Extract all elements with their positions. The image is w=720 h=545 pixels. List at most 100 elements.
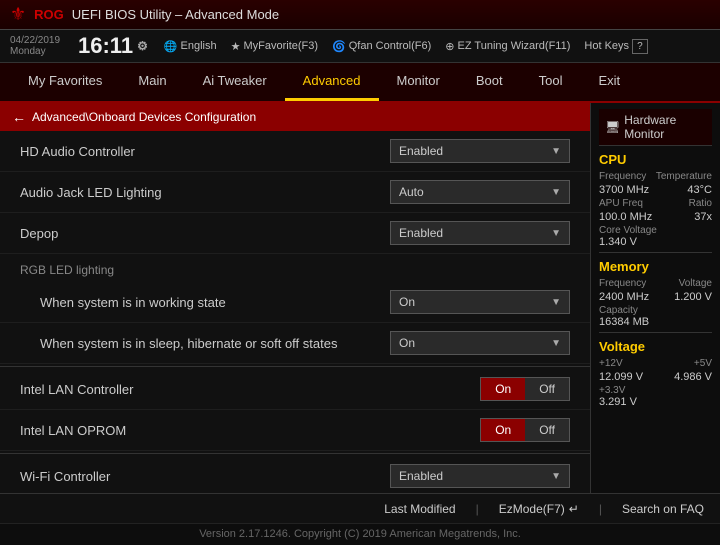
cpu-apu-row: APU Freq Ratio bbox=[599, 198, 712, 209]
mem-freq-row: Frequency Voltage bbox=[599, 278, 712, 289]
fan-control-link[interactable]: 🌀 Qfan Control(F6) bbox=[332, 40, 431, 53]
intel-lan-controller-off[interactable]: Off bbox=[525, 378, 569, 400]
intel-lan-oprom-control: On Off bbox=[480, 418, 570, 442]
chevron-down-icon: ▼ bbox=[551, 297, 561, 308]
star-icon: ★ bbox=[231, 40, 241, 53]
intel-lan-oprom-toggle[interactable]: On Off bbox=[480, 418, 570, 442]
intel-lan-oprom-off[interactable]: Off bbox=[525, 419, 569, 441]
language-label: English bbox=[181, 40, 217, 52]
cpu-ratio-value: 37x bbox=[694, 211, 712, 223]
ez-mode-icon: ↵ bbox=[569, 502, 579, 516]
volt-12-value: 12.099 V bbox=[599, 371, 643, 383]
intel-lan-controller-row: Intel LAN Controller On Off bbox=[0, 369, 590, 410]
intel-lan-controller-on[interactable]: On bbox=[481, 378, 525, 400]
nav-tool[interactable]: Tool bbox=[521, 63, 581, 101]
chevron-down-icon: ▼ bbox=[551, 338, 561, 349]
volt-12-label: +12V bbox=[599, 358, 623, 369]
mem-capacity-value: 16384 MB bbox=[599, 316, 712, 328]
breadcrumb-text: Advanced\Onboard Devices Configuration bbox=[32, 110, 256, 124]
intel-lan-controller-control: On Off bbox=[480, 377, 570, 401]
intel-lan-oprom-on[interactable]: On bbox=[481, 419, 525, 441]
cpu-freq-label: Frequency bbox=[599, 171, 646, 182]
clock-display: 16:11 ⚙ bbox=[78, 33, 148, 59]
ez-tuning-link[interactable]: ⊕ EZ Tuning Wizard(F11) bbox=[445, 40, 570, 53]
language-selector[interactable]: 🌐 English bbox=[164, 40, 217, 53]
hw-divider-1 bbox=[599, 252, 712, 253]
bios-title: UEFI BIOS Utility – Advanced Mode bbox=[72, 7, 279, 22]
depop-value: Enabled bbox=[399, 226, 443, 240]
date-text: 04/22/2019 bbox=[10, 35, 70, 46]
audio-jack-led-dropdown[interactable]: Auto ▼ bbox=[390, 180, 570, 204]
depop-dropdown[interactable]: Enabled ▼ bbox=[390, 221, 570, 245]
rgb-section-header: RGB LED lighting bbox=[0, 254, 590, 282]
cpu-apufreq-value: 100.0 MHz bbox=[599, 211, 652, 223]
footer-sep-2: | bbox=[599, 502, 602, 516]
wifi-controller-row: Wi-Fi Controller Enabled ▼ bbox=[0, 456, 590, 493]
tuning-icon: ⊕ bbox=[445, 40, 454, 53]
favorites-link[interactable]: ★ MyFavorite(F3) bbox=[231, 40, 318, 53]
info-nav-links: 🌐 English ★ MyFavorite(F3) 🌀 Qfan Contro… bbox=[164, 40, 710, 53]
hw-panel-header: 🖥 Hardware Monitor bbox=[599, 109, 712, 146]
nav-ai-tweaker[interactable]: Ai Tweaker bbox=[185, 63, 285, 101]
chevron-down-icon: ▼ bbox=[551, 146, 561, 157]
rgb-sleep-state-dropdown[interactable]: On ▼ bbox=[390, 331, 570, 355]
depop-control: Enabled ▼ bbox=[390, 221, 570, 245]
wifi-controller-label: Wi-Fi Controller bbox=[20, 469, 390, 484]
memory-section-title: Memory bbox=[599, 259, 712, 274]
hd-audio-dropdown[interactable]: Enabled ▼ bbox=[390, 139, 570, 163]
hardware-monitor-panel: 🖥 Hardware Monitor CPU Frequency Tempera… bbox=[590, 103, 720, 493]
intel-lan-controller-toggle[interactable]: On Off bbox=[480, 377, 570, 401]
depop-row: Depop Enabled ▼ bbox=[0, 213, 590, 254]
voltage-section-title: Voltage bbox=[599, 339, 712, 354]
cpu-section-title: CPU bbox=[599, 152, 712, 167]
day-text: Monday bbox=[10, 46, 70, 57]
nav-monitor[interactable]: Monitor bbox=[379, 63, 458, 101]
chevron-down-icon: ▼ bbox=[551, 471, 561, 482]
hd-audio-label: HD Audio Controller bbox=[20, 144, 390, 159]
cpu-freq-row: Frequency Temperature bbox=[599, 171, 712, 182]
rgb-section-label: RGB LED lighting bbox=[20, 263, 114, 277]
ez-mode-link[interactable]: EzMode(F7) ↵ bbox=[499, 502, 579, 516]
divider-2 bbox=[0, 453, 590, 454]
rgb-working-state-value: On bbox=[399, 295, 415, 309]
rgb-working-state-dropdown[interactable]: On ▼ bbox=[390, 290, 570, 314]
gear-icon[interactable]: ⚙ bbox=[137, 39, 148, 53]
mem-freq-value-row: 2400 MHz 1.200 V bbox=[599, 291, 712, 303]
rgb-working-state-label: When system is in working state bbox=[40, 295, 390, 310]
nav-exit[interactable]: Exit bbox=[580, 63, 638, 101]
rgb-working-state-row: When system is in working state On ▼ bbox=[0, 282, 590, 323]
mem-capacity-label: Capacity bbox=[599, 305, 712, 316]
mem-freq-value: 2400 MHz bbox=[599, 291, 649, 303]
flag-icon: 🌐 bbox=[164, 40, 178, 53]
wifi-controller-dropdown[interactable]: Enabled ▼ bbox=[390, 464, 570, 488]
nav-main[interactable]: Main bbox=[120, 63, 184, 101]
search-faq-text: Search on FAQ bbox=[622, 502, 704, 516]
cpu-freq-value-row: 3700 MHz 43°C bbox=[599, 184, 712, 196]
audio-jack-led-label: Audio Jack LED Lighting bbox=[20, 185, 390, 200]
title-bar: ⚜ ROG UEFI BIOS Utility – Advanced Mode bbox=[0, 0, 720, 30]
nav-my-favorites[interactable]: My Favorites bbox=[10, 63, 120, 101]
search-faq-link[interactable]: Search on FAQ bbox=[622, 502, 704, 516]
hotkeys-label[interactable]: Hot Keys ? bbox=[584, 40, 647, 52]
audio-jack-led-value: Auto bbox=[399, 185, 424, 199]
monitor-icon: 🖥 bbox=[605, 120, 620, 134]
rgb-working-state-control: On ▼ bbox=[390, 290, 570, 314]
cpu-temp-value: 43°C bbox=[687, 184, 712, 196]
volt-5-value: 4.986 V bbox=[674, 371, 712, 383]
hw-panel-title: Hardware Monitor bbox=[624, 113, 706, 141]
volt-12-row: +12V +5V bbox=[599, 358, 712, 369]
nav-advanced[interactable]: Advanced bbox=[285, 63, 379, 101]
footer: Last Modified | EzMode(F7) ↵ | Search on… bbox=[0, 493, 720, 523]
cpu-freq-value: 3700 MHz bbox=[599, 184, 649, 196]
volt-12-value-row: 12.099 V 4.986 V bbox=[599, 371, 712, 383]
bios-logo: ROG bbox=[34, 7, 64, 22]
nav-boot[interactable]: Boot bbox=[458, 63, 521, 101]
audio-jack-led-row: Audio Jack LED Lighting Auto ▼ bbox=[0, 172, 590, 213]
volt-33-label: +3.3V bbox=[599, 385, 712, 396]
chevron-down-icon: ▼ bbox=[551, 228, 561, 239]
chevron-down-icon: ▼ bbox=[551, 187, 561, 198]
last-modified-link[interactable]: Last Modified bbox=[384, 502, 455, 516]
back-arrow-icon[interactable]: ← bbox=[12, 109, 26, 125]
hd-audio-row: HD Audio Controller Enabled ▼ bbox=[0, 131, 590, 172]
cpu-corev-value: 1.340 V bbox=[599, 236, 712, 248]
